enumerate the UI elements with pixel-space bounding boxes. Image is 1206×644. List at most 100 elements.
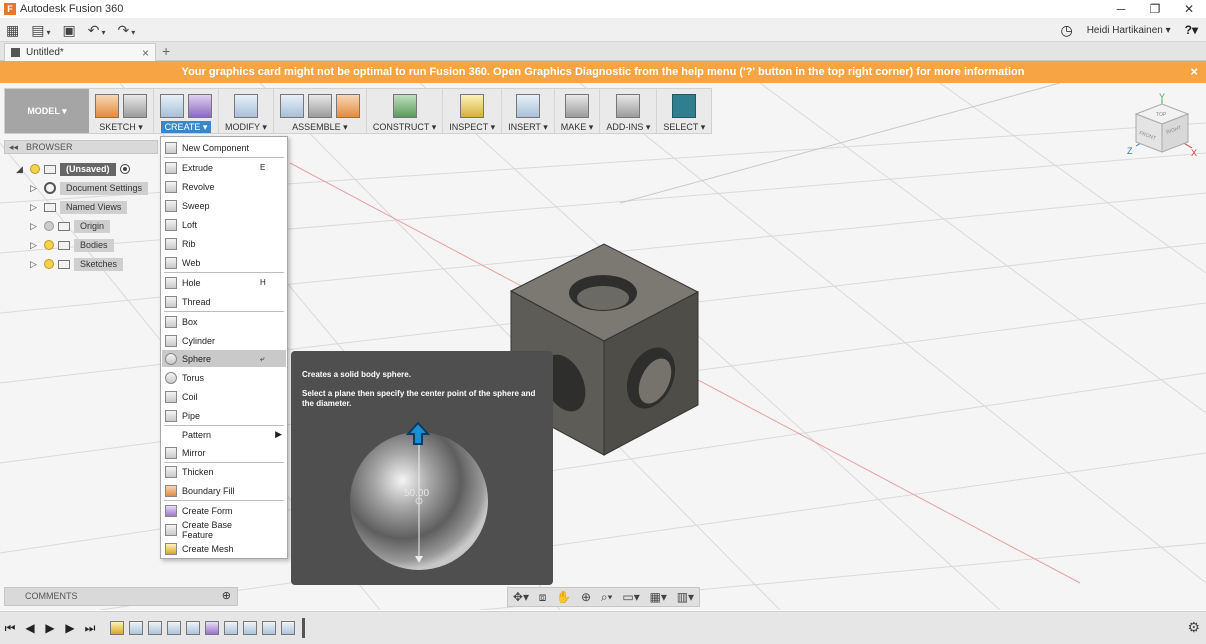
add-ins-group[interactable]: ADD-INS ▾	[600, 89, 658, 133]
close-tab-icon[interactable]: ×	[142, 46, 149, 60]
redo-button[interactable]: ↷ ▾	[111, 18, 141, 42]
expand-triangle-icon[interactable]: ▷	[30, 240, 40, 251]
measure-icon[interactable]	[460, 94, 485, 118]
menu-item-web[interactable]: Web	[162, 254, 286, 271]
play-icon[interactable]: ▶	[40, 621, 60, 635]
menu-item-coil[interactable]: Coil	[162, 388, 286, 405]
insert-menu[interactable]: INSERT ▾	[508, 121, 548, 133]
create-menu[interactable]: CREATE ▾	[160, 121, 212, 133]
as-built-joint-icon[interactable]	[335, 94, 360, 118]
timeline-feature[interactable]	[148, 621, 162, 635]
inspect-group[interactable]: INSPECT ▾	[443, 89, 503, 133]
menu-item-sphere[interactable]: Sphere ⤶	[162, 350, 286, 367]
stop-sketch-icon[interactable]	[123, 94, 147, 118]
expand-triangle-icon[interactable]: ▷	[30, 221, 40, 232]
visibility-bulb-icon[interactable]	[30, 164, 40, 174]
timeline-marker[interactable]	[302, 618, 305, 638]
menu-item-loft[interactable]: Loft	[162, 216, 286, 233]
data-panel-grid-icon[interactable]: ▦	[0, 18, 25, 42]
comments-panel[interactable]: COMMENTS ⊕	[4, 587, 238, 606]
visibility-bulb-icon[interactable]	[44, 221, 54, 231]
display-settings-icon[interactable]: ▭▾	[622, 590, 639, 604]
press-pull-icon[interactable]	[233, 94, 258, 118]
menu-item-create-mesh[interactable]: Create Mesh	[162, 540, 286, 557]
close-banner-icon[interactable]: ×	[1190, 61, 1198, 83]
look-at-icon[interactable]: ⧈	[539, 590, 547, 605]
assemble-menu[interactable]: ASSEMBLE ▾	[292, 121, 348, 133]
create-sketch-icon[interactable]	[95, 94, 119, 118]
visibility-bulb-icon[interactable]	[44, 259, 54, 269]
browser-node-document-settings[interactable]: ▷ Document Settings	[30, 181, 149, 195]
menu-item-mirror[interactable]: Mirror	[162, 444, 286, 461]
go-to-start-icon[interactable]: ⏮	[0, 621, 20, 636]
file-menu-button[interactable]: ▤ ▾	[25, 18, 56, 42]
activate-radio-icon[interactable]	[119, 164, 130, 174]
menu-item-rib[interactable]: Rib	[162, 235, 286, 252]
create-group[interactable]: CREATE ▾	[154, 89, 219, 133]
menu-item-create-base-feature[interactable]: Create Base Feature	[162, 520, 286, 540]
menu-item-cylinder[interactable]: Cylinder	[162, 332, 286, 349]
orbit-icon[interactable]: ✥▾	[513, 590, 529, 604]
minimize-button[interactable]: ─	[1104, 0, 1138, 18]
menu-item-hole[interactable]: Hole H	[162, 274, 286, 291]
workspace-switcher[interactable]: MODEL ▾	[5, 89, 89, 133]
menu-item-sweep[interactable]: Sweep	[162, 197, 286, 214]
browser-header[interactable]: ◂◂ BROWSER	[4, 140, 158, 154]
close-window-button[interactable]: ✕	[1172, 0, 1206, 18]
visibility-bulb-icon[interactable]	[44, 240, 54, 250]
modify-menu[interactable]: MODIFY ▾	[225, 121, 267, 133]
scripts-addins-icon[interactable]	[616, 94, 641, 118]
step-forward-icon[interactable]: ▶	[60, 621, 80, 635]
make-group[interactable]: MAKE ▾	[555, 89, 601, 133]
menu-item-torus[interactable]: Torus	[162, 369, 286, 386]
offset-plane-icon[interactable]	[392, 94, 417, 118]
timeline-feature[interactable]	[262, 621, 276, 635]
browser-root-node[interactable]: ◢ (Unsaved)	[16, 162, 130, 176]
insert-image-icon[interactable]	[515, 94, 540, 118]
menu-item-boundary-fill[interactable]: Boundary Fill	[162, 482, 286, 499]
zoom-window-icon[interactable]: ⌕▾	[601, 590, 613, 605]
menu-item-revolve[interactable]: Revolve	[162, 178, 286, 195]
timeline-feature[interactable]	[243, 621, 257, 635]
create-form-icon[interactable]	[188, 94, 212, 118]
construct-menu[interactable]: CONSTRUCT ▾	[373, 121, 436, 133]
menu-item-extrude[interactable]: Extrude E	[162, 159, 286, 176]
timeline-extrude-feature[interactable]	[129, 621, 143, 635]
timeline-form-feature[interactable]	[205, 621, 219, 635]
timeline-feature[interactable]	[186, 621, 200, 635]
viewports-icon[interactable]: ▥▾	[677, 590, 694, 604]
select-arrow-icon[interactable]	[672, 94, 697, 118]
zoom-icon[interactable]: ⊕	[581, 590, 591, 604]
make-menu[interactable]: MAKE ▾	[561, 121, 594, 133]
grid-settings-icon[interactable]: ▦▾	[650, 590, 667, 604]
timeline-sketch-feature[interactable]	[110, 621, 124, 635]
view-cube[interactable]: Y Z X TOP FRONT RIGHT	[1124, 92, 1204, 162]
menu-item-pattern[interactable]: Pattern ▶	[162, 426, 286, 443]
timeline-feature[interactable]	[167, 621, 181, 635]
expand-triangle-icon[interactable]: ▷	[30, 202, 40, 213]
save-icon[interactable]: ▣	[56, 18, 81, 42]
restore-button[interactable]: ❐	[1138, 0, 1172, 18]
select-menu[interactable]: SELECT ▾	[663, 121, 705, 133]
menu-item-pipe[interactable]: Pipe	[162, 407, 286, 424]
user-account-menu[interactable]: Heidi Hartikainen ▾	[1087, 25, 1171, 36]
assemble-group[interactable]: ASSEMBLE ▾	[274, 89, 367, 133]
select-group[interactable]: SELECT ▾	[657, 89, 711, 133]
insert-group[interactable]: INSERT ▾	[502, 89, 555, 133]
help-menu-icon[interactable]: ?▾	[1185, 23, 1198, 37]
sketch-group[interactable]: SKETCH ▾	[89, 89, 154, 133]
menu-item-box[interactable]: Box	[162, 313, 286, 330]
expand-triangle-icon[interactable]: ▷	[30, 259, 40, 270]
browser-node-bodies[interactable]: ▷ Bodies	[30, 238, 114, 252]
extrude-icon[interactable]	[160, 94, 184, 118]
browser-node-origin[interactable]: ▷ Origin	[30, 219, 111, 233]
browser-node-sketches[interactable]: ▷ Sketches	[30, 257, 124, 271]
construct-group[interactable]: CONSTRUCT ▾	[367, 89, 444, 133]
new-component-icon[interactable]	[279, 94, 304, 118]
collapse-browser-icon[interactable]: ◂◂	[9, 141, 18, 153]
step-back-icon[interactable]: ◀	[20, 621, 40, 635]
menu-item-new-component[interactable]: New Component	[162, 139, 286, 156]
menu-item-create-form[interactable]: Create Form	[162, 502, 286, 519]
expand-triangle-icon[interactable]: ▷	[30, 183, 40, 194]
pan-icon[interactable]: ✋	[556, 590, 571, 604]
